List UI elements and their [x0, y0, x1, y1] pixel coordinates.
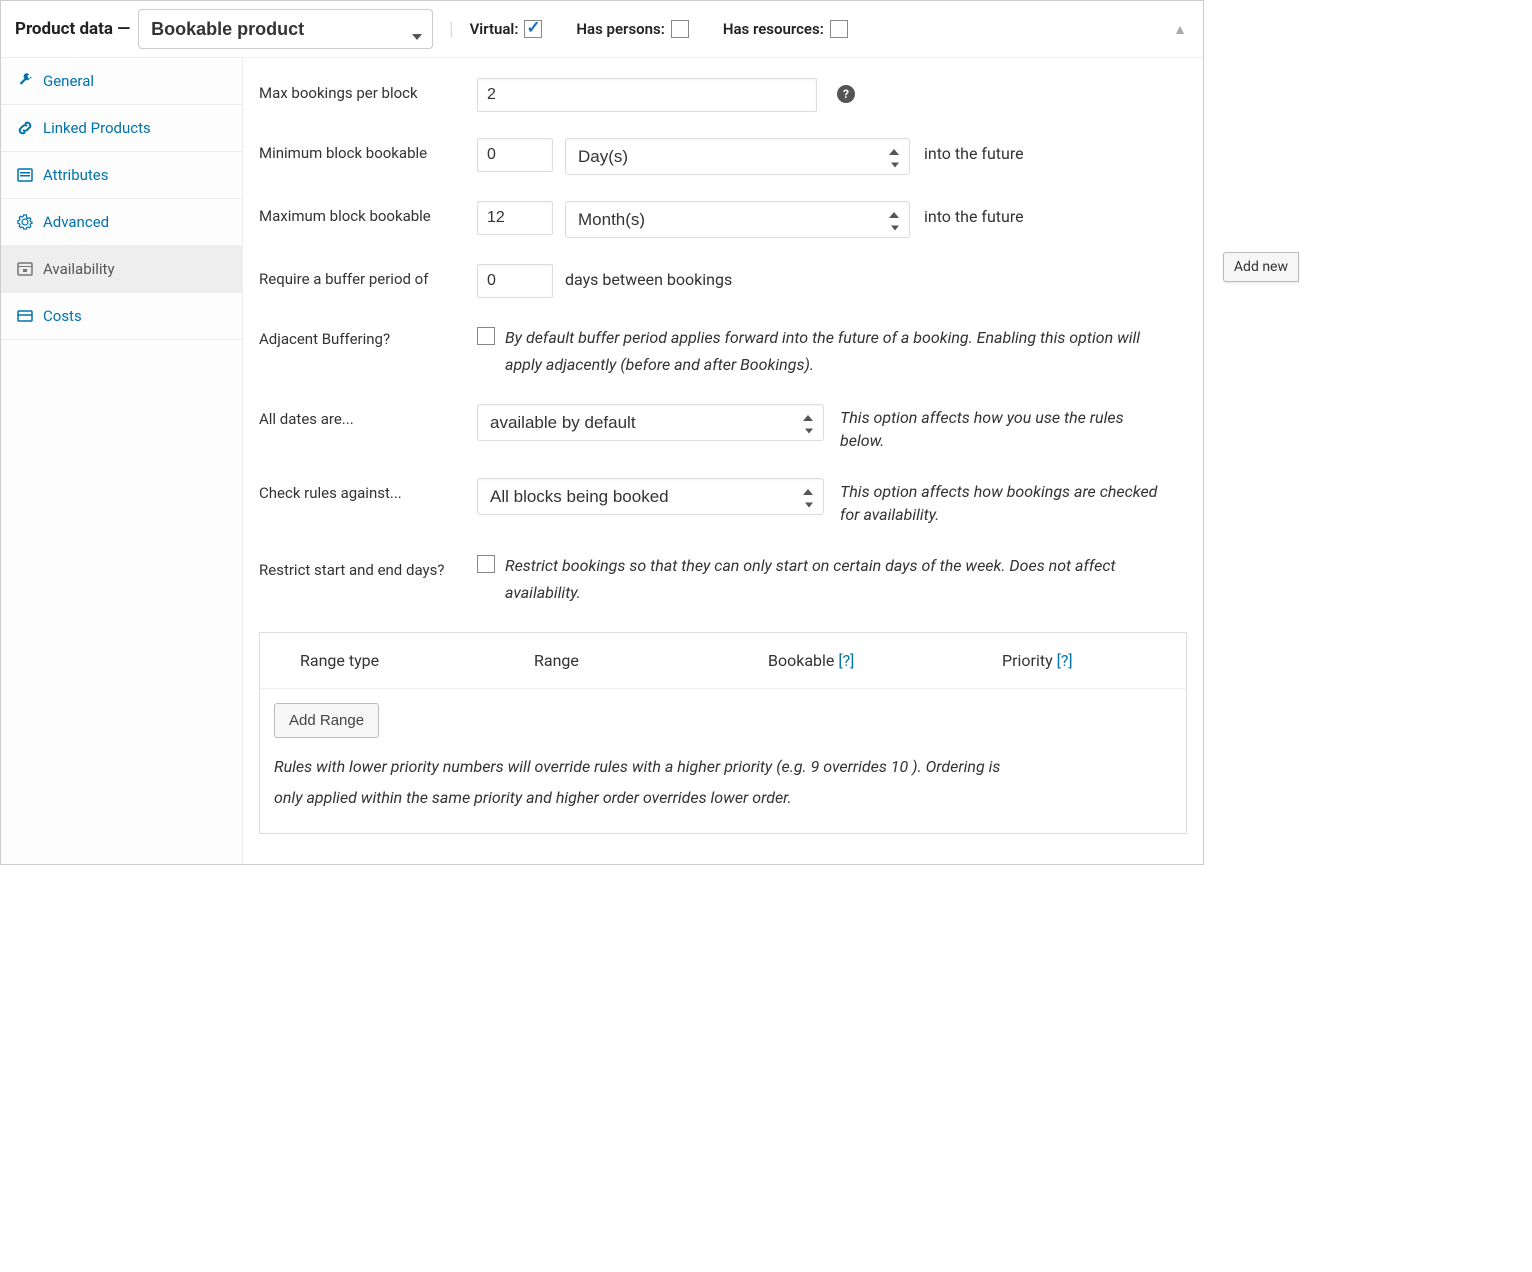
collapse-toggle-icon[interactable]: ▲ — [1173, 21, 1187, 38]
add-new-button[interactable]: Add new — [1223, 252, 1299, 282]
rules-table-header: Range type Range Bookable [?] Priority [… — [260, 633, 1186, 689]
max-block-input[interactable] — [477, 201, 553, 235]
has-persons-checkbox[interactable] — [671, 20, 689, 38]
adjacent-label: Adjacent Buffering? — [259, 324, 471, 348]
sidebar-item-label: Costs — [43, 307, 82, 325]
rules-table: Range type Range Bookable [?] Priority [… — [259, 632, 1187, 834]
virtual-checkbox[interactable] — [524, 20, 542, 38]
sidebar-item-attributes[interactable]: Attributes — [1, 152, 242, 199]
min-block-unit-select[interactable]: Day(s) — [565, 138, 910, 175]
col-priority: Priority [?] — [1002, 651, 1146, 670]
buffer-label: Require a buffer period of — [259, 264, 471, 288]
adjacent-desc: By default buffer period applies forward… — [505, 324, 1145, 378]
restrict-label: Restrict start and end days? — [259, 552, 471, 582]
sidebar-item-costs[interactable]: Costs — [1, 293, 242, 340]
sidebar-item-advanced[interactable]: Advanced — [1, 199, 242, 246]
col-range-type: Range type — [300, 651, 444, 670]
panel-title: Product data — — [15, 19, 130, 39]
wrench-icon — [17, 73, 33, 89]
link-icon — [17, 120, 33, 136]
adjacent-checkbox[interactable] — [477, 327, 495, 345]
product-type-select[interactable]: Bookable product — [138, 9, 433, 49]
sidebar-item-label: Advanced — [43, 213, 109, 231]
availability-content: Max bookings per block ? Minimum block b… — [243, 58, 1203, 864]
col-bookable: Bookable [?] — [768, 651, 912, 670]
all-dates-hint: This option affects how you use the rule… — [840, 404, 1170, 452]
bookable-help-link[interactable]: [?] — [838, 651, 854, 670]
restrict-checkbox[interactable] — [477, 555, 495, 573]
max-bookings-label: Max bookings per block — [259, 78, 471, 102]
check-rules-select[interactable]: All blocks being booked — [477, 478, 824, 515]
sidebar-item-label: Attributes — [43, 166, 109, 184]
calendar-icon — [17, 261, 33, 277]
all-dates-label: All dates are... — [259, 404, 471, 428]
max-bookings-input[interactable] — [477, 78, 817, 112]
sidebar-item-linked-products[interactable]: Linked Products — [1, 105, 242, 152]
buffer-suffix: days between bookings — [565, 264, 732, 289]
min-block-suffix: into the future — [924, 138, 1024, 163]
sidebar-item-label: Linked Products — [43, 119, 151, 137]
check-rules-label: Check rules against... — [259, 478, 471, 502]
buffer-input[interactable] — [477, 264, 553, 298]
sidebar: General Linked Products Attributes Advan… — [1, 58, 243, 864]
has-resources-label: Has resources: — [723, 20, 824, 38]
max-block-label: Maximum block bookable — [259, 201, 471, 225]
restrict-desc: Restrict bookings so that they can only … — [505, 552, 1165, 606]
sidebar-item-availability[interactable]: Availability — [1, 246, 242, 293]
min-block-label: Minimum block bookable — [259, 138, 471, 162]
separator: | — [449, 19, 453, 40]
max-block-suffix: into the future — [924, 201, 1024, 226]
sidebar-item-general[interactable]: General — [1, 58, 242, 105]
list-icon — [17, 167, 33, 183]
min-block-input[interactable] — [477, 138, 553, 172]
col-range: Range — [534, 651, 678, 670]
add-range-button[interactable]: Add Range — [274, 703, 379, 738]
has-resources-checkbox[interactable] — [830, 20, 848, 38]
card-icon — [17, 308, 33, 324]
rules-note: Rules with lower priority numbers will o… — [274, 752, 1004, 813]
gear-icon — [17, 214, 33, 230]
priority-help-link[interactable]: [?] — [1057, 651, 1073, 670]
max-block-unit-select[interactable]: Month(s) — [565, 201, 910, 238]
sidebar-item-label: General — [43, 72, 94, 90]
product-data-panel: Product data — Bookable product | Virtua… — [0, 0, 1204, 865]
sidebar-item-label: Availability — [43, 260, 115, 278]
all-dates-select[interactable]: available by default — [477, 404, 824, 441]
panel-header: Product data — Bookable product | Virtua… — [1, 1, 1203, 58]
check-rules-hint: This option affects how bookings are che… — [840, 478, 1170, 526]
has-persons-label: Has persons: — [576, 20, 664, 38]
virtual-label: Virtual: — [470, 20, 519, 38]
help-icon[interactable]: ? — [837, 85, 855, 103]
